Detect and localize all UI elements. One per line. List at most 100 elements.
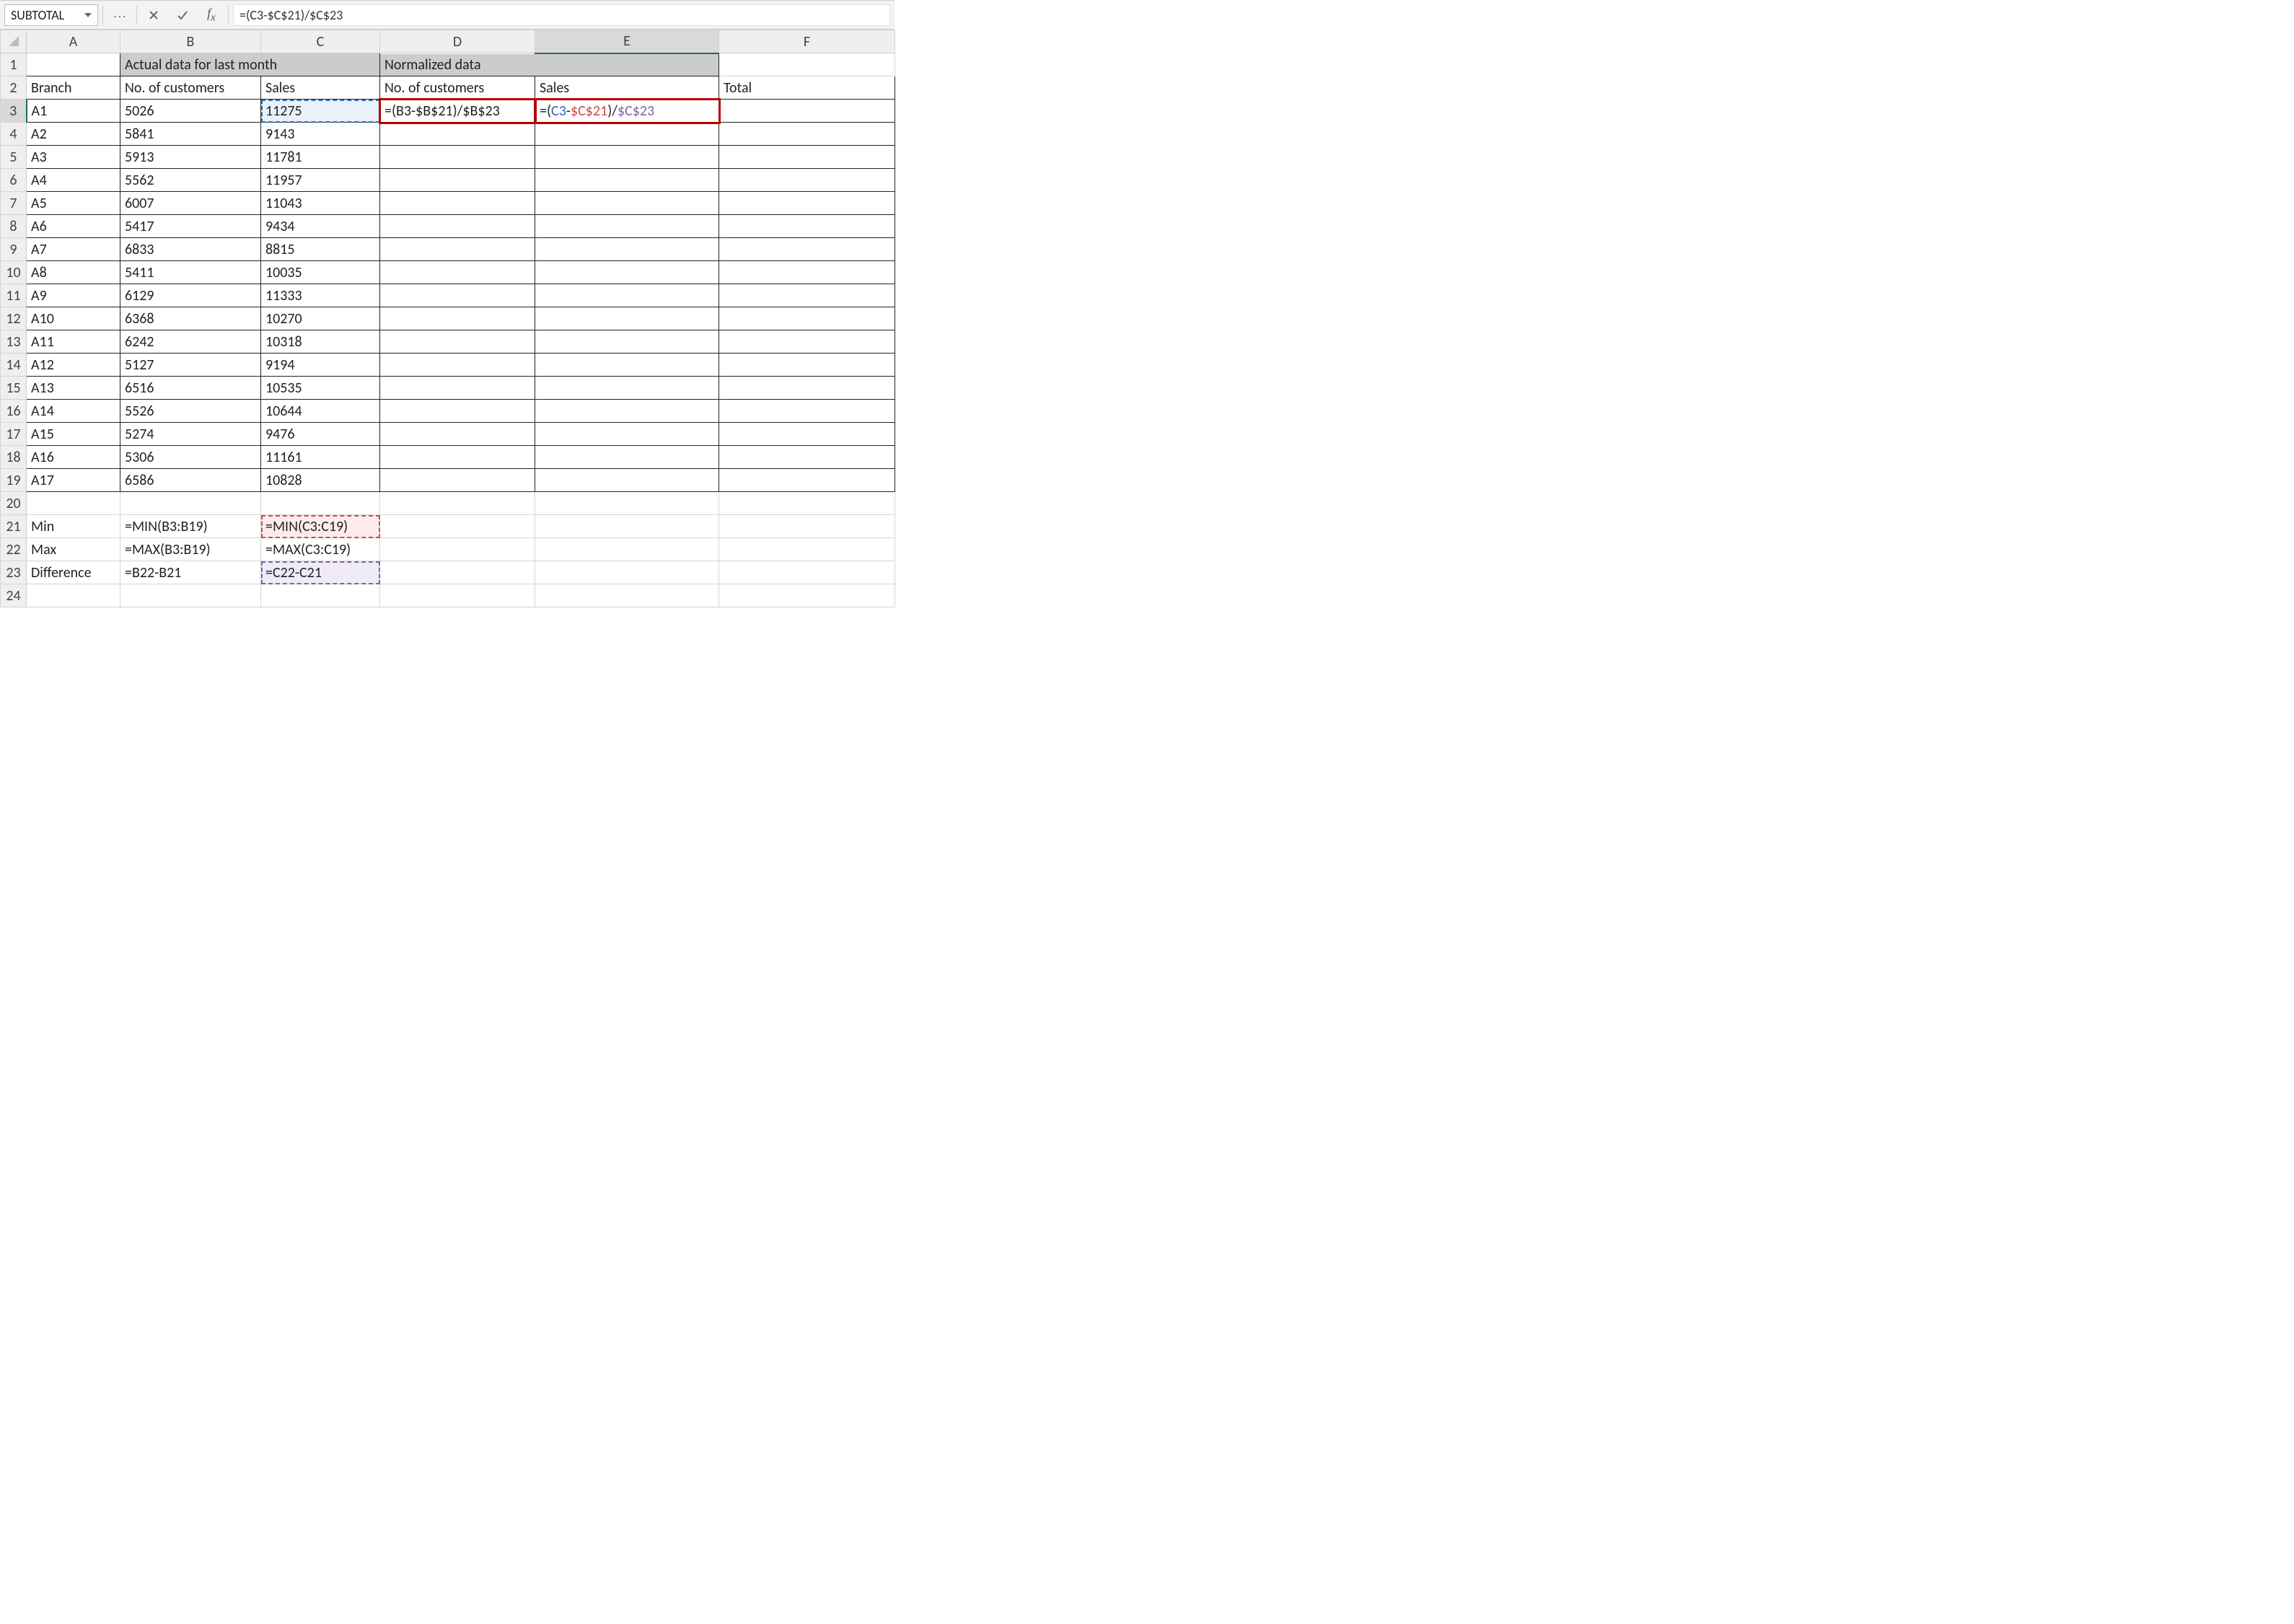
cell-D21[interactable] xyxy=(380,515,535,538)
cell-F15[interactable] xyxy=(719,377,895,400)
row-header-16[interactable]: 16 xyxy=(1,400,27,423)
cell-C8[interactable]: 9434 xyxy=(261,215,380,238)
cell-C20[interactable] xyxy=(261,492,380,515)
cell-A5[interactable]: A3 xyxy=(27,146,120,169)
row-header-18[interactable]: 18 xyxy=(1,446,27,469)
cell-A8[interactable]: A6 xyxy=(27,215,120,238)
col-header-F[interactable]: F xyxy=(719,30,895,53)
row-header-20[interactable]: 20 xyxy=(1,492,27,515)
chevron-down-icon[interactable] xyxy=(84,13,92,17)
cell-E9[interactable] xyxy=(535,238,719,261)
cell-B14[interactable]: 5127 xyxy=(120,354,261,377)
cell-C12[interactable]: 10270 xyxy=(261,307,380,330)
cell-F18[interactable] xyxy=(719,446,895,469)
cell-A13[interactable]: A11 xyxy=(27,330,120,354)
cell-C18[interactable]: 11161 xyxy=(261,446,380,469)
cell-C15[interactable]: 10535 xyxy=(261,377,380,400)
cell-F8[interactable] xyxy=(719,215,895,238)
cell-B20[interactable] xyxy=(120,492,261,515)
row-header-5[interactable]: 5 xyxy=(1,146,27,169)
cell-F11[interactable] xyxy=(719,284,895,307)
cell-E18[interactable] xyxy=(535,446,719,469)
cell-B24[interactable] xyxy=(120,584,261,607)
row-header-19[interactable]: 19 xyxy=(1,469,27,492)
enter-button[interactable] xyxy=(170,4,195,26)
cell-A3[interactable]: A1 xyxy=(27,100,120,123)
col-header-E[interactable]: E xyxy=(535,30,719,53)
cell-E21[interactable] xyxy=(535,515,719,538)
select-all-corner[interactable] xyxy=(1,30,27,53)
cell-E5[interactable] xyxy=(535,146,719,169)
cell-B21[interactable]: =MIN(B3:B19) xyxy=(120,515,261,538)
cell-C19[interactable]: 10828 xyxy=(261,469,380,492)
row-header-24[interactable]: 24 xyxy=(1,584,27,607)
cell-F19[interactable] xyxy=(719,469,895,492)
cell-B22[interactable]: =MAX(B3:B19) xyxy=(120,538,261,561)
cell-A24[interactable] xyxy=(27,584,120,607)
cell-E4[interactable] xyxy=(535,123,719,146)
row-header-2[interactable]: 2 xyxy=(1,76,27,100)
cell-D14[interactable] xyxy=(380,354,535,377)
cell-A9[interactable]: A7 xyxy=(27,238,120,261)
cell-E23[interactable] xyxy=(535,561,719,584)
cell-F7[interactable] xyxy=(719,192,895,215)
col-header-D[interactable]: D xyxy=(380,30,535,53)
cell-F21[interactable] xyxy=(719,515,895,538)
cell-D1-E1[interactable]: Normalized data xyxy=(380,53,719,76)
cell-B10[interactable]: 5411 xyxy=(120,261,261,284)
cell-A20[interactable] xyxy=(27,492,120,515)
cell-A12[interactable]: A10 xyxy=(27,307,120,330)
cell-B5[interactable]: 5913 xyxy=(120,146,261,169)
cell-A10[interactable]: A8 xyxy=(27,261,120,284)
cell-E13[interactable] xyxy=(535,330,719,354)
cell-A7[interactable]: A5 xyxy=(27,192,120,215)
cell-B6[interactable]: 5562 xyxy=(120,169,261,192)
cell-A22[interactable]: Max xyxy=(27,538,120,561)
cell-C9[interactable]: 8815 xyxy=(261,238,380,261)
cell-A21[interactable]: Min xyxy=(27,515,120,538)
col-header-A[interactable]: A xyxy=(27,30,120,53)
cell-D9[interactable] xyxy=(380,238,535,261)
cell-C23[interactable]: =C22-C21 xyxy=(261,561,380,584)
cell-F17[interactable] xyxy=(719,423,895,446)
cell-D15[interactable] xyxy=(380,377,535,400)
cell-F2[interactable]: Total xyxy=(719,76,895,100)
cell-F12[interactable] xyxy=(719,307,895,330)
spreadsheet-grid[interactable]: A B C D E F 1 Actual data for last month… xyxy=(0,30,895,607)
cell-C24[interactable] xyxy=(261,584,380,607)
row-header-22[interactable]: 22 xyxy=(1,538,27,561)
cancel-button[interactable] xyxy=(141,4,166,26)
row-header-17[interactable]: 17 xyxy=(1,423,27,446)
cell-D5[interactable] xyxy=(380,146,535,169)
cell-D24[interactable] xyxy=(380,584,535,607)
cell-B18[interactable]: 5306 xyxy=(120,446,261,469)
cell-E16[interactable] xyxy=(535,400,719,423)
cell-B13[interactable]: 6242 xyxy=(120,330,261,354)
cell-A4[interactable]: A2 xyxy=(27,123,120,146)
cell-A11[interactable]: A9 xyxy=(27,284,120,307)
cell-F13[interactable] xyxy=(719,330,895,354)
cell-B15[interactable]: 6516 xyxy=(120,377,261,400)
cell-A23[interactable]: Difference xyxy=(27,561,120,584)
cell-E14[interactable] xyxy=(535,354,719,377)
cell-D18[interactable] xyxy=(380,446,535,469)
cell-D20[interactable] xyxy=(380,492,535,515)
cell-B8[interactable]: 5417 xyxy=(120,215,261,238)
cell-F3[interactable] xyxy=(719,100,895,123)
cell-E12[interactable] xyxy=(535,307,719,330)
cell-A14[interactable]: A12 xyxy=(27,354,120,377)
cell-F4[interactable] xyxy=(719,123,895,146)
cell-A15[interactable]: A13 xyxy=(27,377,120,400)
cell-D13[interactable] xyxy=(380,330,535,354)
cell-E19[interactable] xyxy=(535,469,719,492)
row-header-13[interactable]: 13 xyxy=(1,330,27,354)
cell-D22[interactable] xyxy=(380,538,535,561)
cell-D3[interactable]: =(B3-$B$21)/$B$23 xyxy=(380,100,535,123)
cell-D23[interactable] xyxy=(380,561,535,584)
row-header-15[interactable]: 15 xyxy=(1,377,27,400)
cell-D6[interactable] xyxy=(380,169,535,192)
row-header-10[interactable]: 10 xyxy=(1,261,27,284)
cell-B23[interactable]: =B22-B21 xyxy=(120,561,261,584)
cell-D8[interactable] xyxy=(380,215,535,238)
cell-C14[interactable]: 9194 xyxy=(261,354,380,377)
